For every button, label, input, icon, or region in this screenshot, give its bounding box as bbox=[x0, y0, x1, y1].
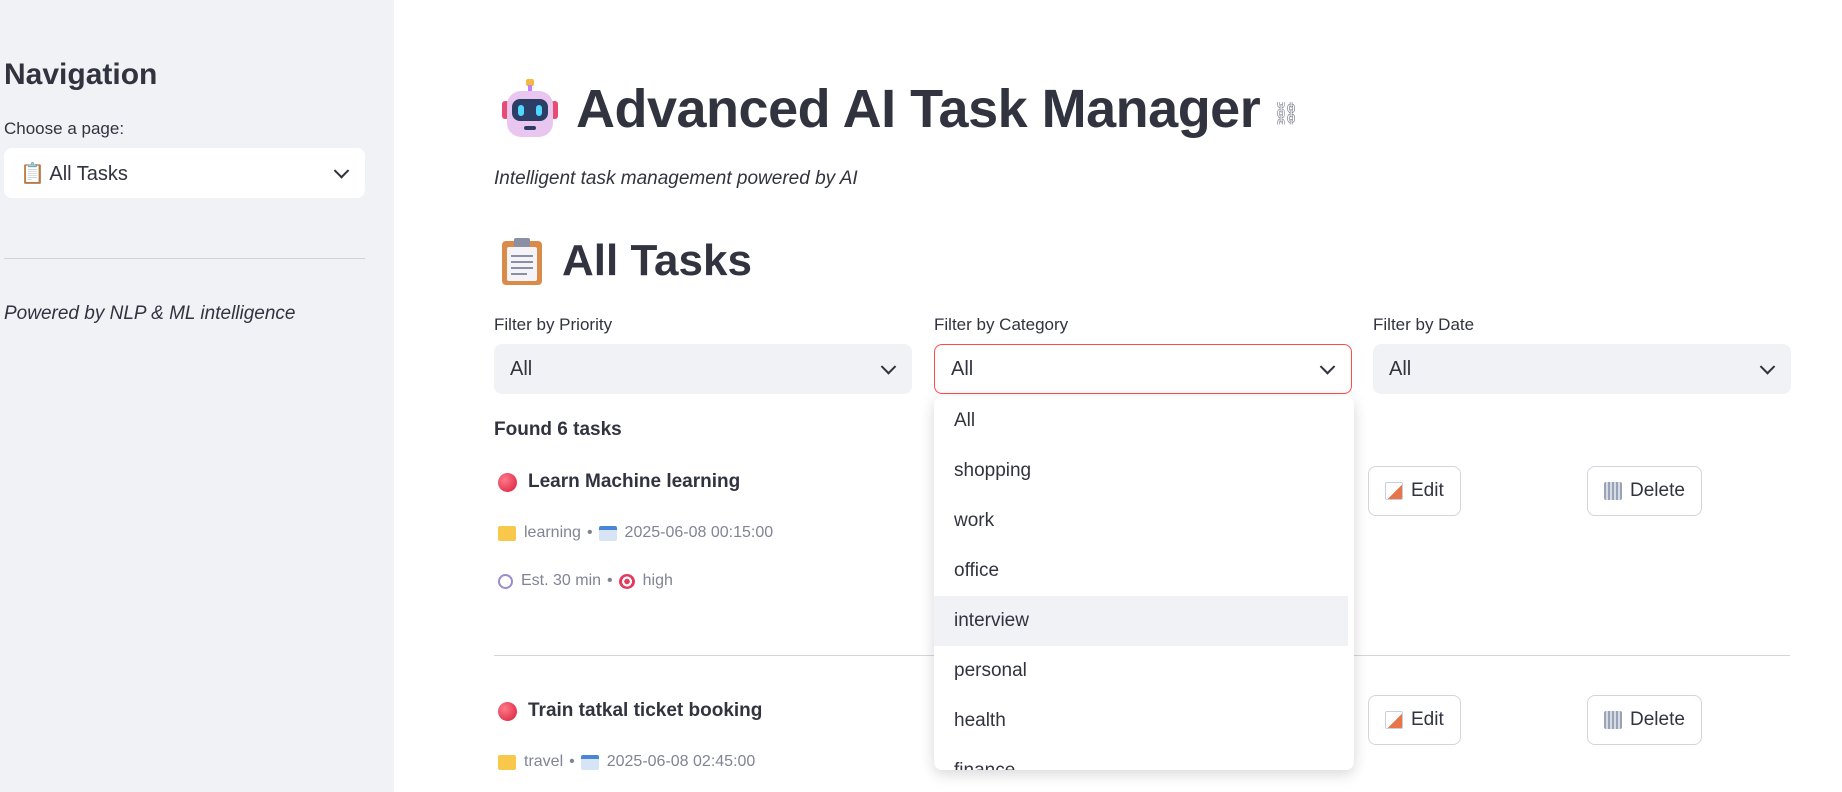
page-select-label: Choose a page: bbox=[4, 119, 125, 138]
dropdown-option-shopping[interactable]: shopping bbox=[934, 446, 1354, 496]
priority-dot-icon bbox=[498, 701, 517, 721]
dropdown-option-interview[interactable]: interview bbox=[934, 596, 1348, 646]
dropdown-option-work[interactable]: work bbox=[934, 496, 1354, 546]
folder-icon bbox=[498, 754, 516, 770]
category-filter-value: All bbox=[951, 357, 974, 380]
clipboard-icon bbox=[502, 238, 542, 285]
task-meta: learning • 2025-06-08 00:15:00 bbox=[498, 524, 773, 542]
link-icon[interactable]: ⛓ bbox=[1272, 101, 1300, 127]
trash-icon bbox=[1604, 482, 1622, 500]
dropdown-option-all[interactable]: All bbox=[934, 396, 1354, 446]
edit-button[interactable]: Edit bbox=[1368, 695, 1461, 745]
priority-dot-icon bbox=[498, 472, 517, 492]
section-title: All Tasks bbox=[562, 236, 752, 285]
category-dropdown-menu: All shopping work office interview perso… bbox=[934, 396, 1354, 770]
sidebar-divider bbox=[4, 258, 365, 259]
delete-button-label: Delete bbox=[1630, 480, 1685, 501]
trash-icon bbox=[1604, 711, 1622, 729]
date-filter-select[interactable]: All bbox=[1373, 344, 1791, 394]
delete-button[interactable]: Delete bbox=[1587, 695, 1702, 745]
results-count: Found 6 tasks bbox=[494, 419, 622, 440]
meta-separator: • bbox=[586, 524, 593, 541]
page-title: Advanced AI Task Manager bbox=[576, 79, 1261, 139]
sidebar-title: Navigation bbox=[4, 58, 158, 91]
task-category: travel bbox=[524, 753, 564, 770]
chevron-down-icon bbox=[1759, 359, 1776, 375]
folder-icon bbox=[498, 525, 516, 541]
chevron-down-icon bbox=[1319, 359, 1336, 375]
delete-button-label: Delete bbox=[1630, 709, 1685, 730]
calendar-icon bbox=[580, 754, 599, 770]
priority-filter-label: Filter by Priority bbox=[494, 315, 613, 334]
page-select[interactable]: 📋 All Tasks bbox=[4, 148, 365, 198]
section-header: All Tasks bbox=[502, 236, 752, 286]
robot-icon bbox=[502, 79, 558, 137]
memo-icon bbox=[1385, 711, 1403, 729]
sidebar-caption: Powered by NLP & ML intelligence bbox=[4, 303, 296, 324]
chevron-down-icon bbox=[880, 359, 897, 375]
meta-separator: • bbox=[607, 572, 613, 589]
stopwatch-icon bbox=[498, 573, 513, 589]
page-select-value: 📋 All Tasks bbox=[20, 162, 128, 185]
edit-button[interactable]: Edit bbox=[1368, 466, 1461, 516]
dropdown-option-finance[interactable]: finance bbox=[934, 746, 1354, 770]
target-icon bbox=[618, 573, 635, 589]
task-title-text: Learn Machine learning bbox=[528, 471, 741, 492]
task-title: Train tatkal ticket booking bbox=[498, 700, 762, 722]
task-priority: high bbox=[642, 572, 673, 589]
task-title: Learn Machine learning bbox=[498, 471, 740, 493]
priority-filter-select[interactable]: All bbox=[494, 344, 912, 394]
memo-icon bbox=[1385, 482, 1403, 500]
edit-button-label: Edit bbox=[1411, 709, 1444, 730]
task-meta-2: Est. 30 min • high bbox=[498, 572, 673, 590]
priority-filter-value: All bbox=[510, 357, 533, 380]
delete-button[interactable]: Delete bbox=[1587, 466, 1702, 516]
dropdown-option-health[interactable]: health bbox=[934, 696, 1354, 746]
meta-separator: • bbox=[569, 753, 575, 770]
category-filter-select[interactable]: All bbox=[934, 344, 1352, 394]
dropdown-option-personal[interactable]: personal bbox=[934, 646, 1354, 696]
page-subtitle: Intelligent task management powered by A… bbox=[494, 168, 858, 189]
dropdown-option-office[interactable]: office bbox=[934, 546, 1354, 596]
category-filter-label: Filter by Category bbox=[934, 315, 1069, 334]
date-filter-value: All bbox=[1389, 357, 1412, 380]
sidebar: Navigation Choose a page: 📋 All Tasks Po… bbox=[0, 0, 394, 792]
task-datetime: 2025-06-08 00:15:00 bbox=[624, 524, 774, 541]
task-estimate: Est. 30 min bbox=[521, 572, 602, 589]
edit-button-label: Edit bbox=[1411, 480, 1444, 501]
task-meta: travel • 2025-06-08 02:45:00 bbox=[498, 753, 755, 771]
task-title-text: Train tatkal ticket booking bbox=[528, 700, 763, 721]
task-category: learning bbox=[524, 524, 581, 541]
chevron-down-icon bbox=[333, 163, 350, 179]
date-filter-label: Filter by Date bbox=[1373, 315, 1475, 334]
task-datetime: 2025-06-08 02:45:00 bbox=[606, 753, 756, 770]
calendar-icon bbox=[598, 525, 617, 541]
header: Advanced AI Task Manager ⛓ bbox=[502, 78, 1300, 140]
